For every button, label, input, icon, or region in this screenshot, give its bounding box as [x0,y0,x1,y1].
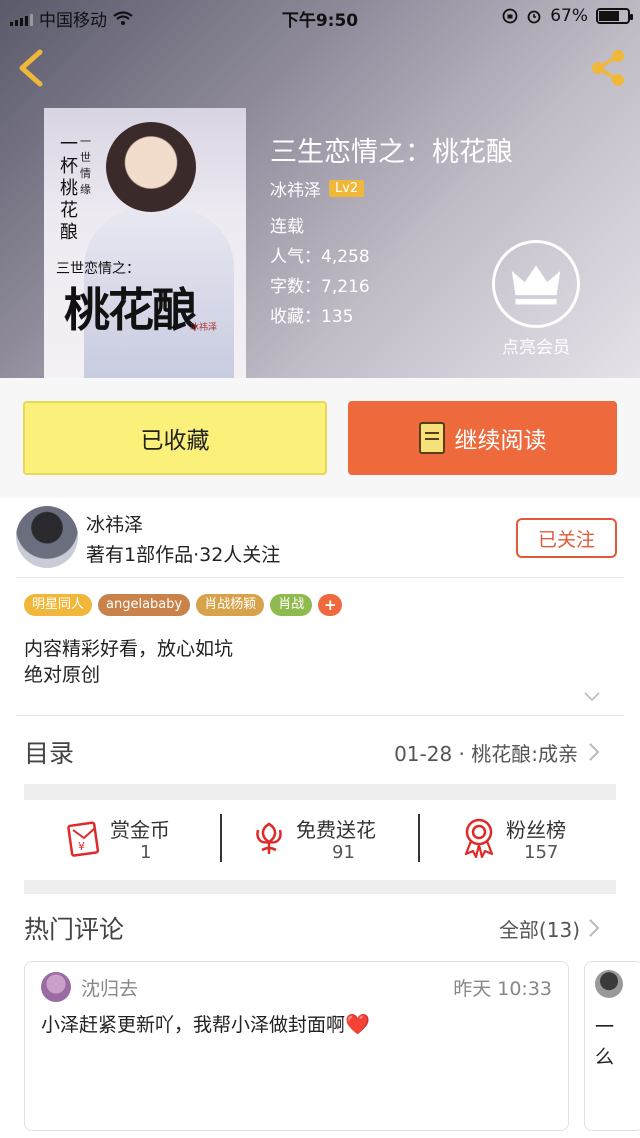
add-tag-button[interactable]: + [318,594,343,616]
stat-value: 1 [140,842,152,863]
commenter-avatar[interactable] [41,972,71,1002]
vip-label[interactable]: 点亮会员 [488,333,584,358]
stat-label: 粉丝榜 [506,818,566,842]
alarm-icon [527,10,541,24]
expand-chevron-icon[interactable] [584,692,600,702]
comment-card[interactable]: 沈归去 昨天 10:33 小泽赶紧更新吖，我帮小泽做封面啊❤️ [24,961,569,1131]
cover-vertical-text: 一杯桃花酿 [60,134,78,243]
comment-text: 一么 [595,1016,615,1068]
free-flowers-stat[interactable]: 免费送花 91 [250,810,410,866]
popularity-row: 人气：4,258 [270,242,370,267]
crown-icon[interactable] [492,240,580,328]
hot-comments-header: 热门评论 全部(13) [0,896,640,956]
book-icon [418,422,445,454]
continue-reading-button[interactable]: 继续阅读 [348,401,617,475]
tag-item[interactable]: 肖战杨颖 [196,594,265,616]
favorites-row: 收藏：135 [270,302,353,327]
share-icon[interactable] [586,46,630,90]
latest-chapter[interactable]: 01-28 · 桃花酿:成亲 [394,738,578,767]
fan-ranking-stat[interactable]: 粉丝榜 157 [460,810,600,866]
table-of-contents-row[interactable]: 目录 01-28 · 桃花酿:成亲 [0,716,640,784]
section-separator [24,784,616,800]
comment-body: 小泽赶紧更新吖，我帮小泽做封面啊 [41,1014,346,1036]
all-comments-link[interactable]: 全部(13) [499,914,580,943]
tag-item[interactable]: 明星同人 [24,594,93,616]
stat-value: 157 [524,842,559,863]
word-count-value: 7,216 [321,277,370,297]
back-icon[interactable] [12,46,52,90]
author-works: 著有1部作品·32人关注 [86,544,281,566]
chevron-right-icon[interactable] [588,918,600,938]
svg-text:¥: ¥ [78,840,85,853]
stat-value: 91 [332,842,355,863]
author-name[interactable]: 冰祎泽 [86,510,143,537]
stat-label: 赏金币 [110,818,170,842]
commenter-name[interactable]: 沈归去 [81,974,138,1001]
tag-list: 明星同人 angelababy 肖战杨颖 肖战 + [24,594,343,616]
author-row[interactable]: 冰祎泽 著有1部作品·32人关注 已关注 [0,498,640,578]
comment-card[interactable]: 一么 [584,961,640,1131]
medal-icon [464,818,494,859]
toc-label: 目录 [24,739,75,768]
heart-emoji: ❤️ [345,1012,370,1036]
flower-icon [256,822,282,854]
book-header: 中国移动 下午9:50 67% 一杯桃花酿 一世情缘 三世恋情之： 桃花酿 冰祎… [0,0,640,378]
tag-item[interactable]: angelababy [98,594,191,616]
hot-comments-label: 热门评论 [24,915,125,944]
cover-big-title: 桃花酿 [64,283,198,337]
comment-time: 昨天 10:33 [453,978,552,1000]
cover-vertical-text-2: 一世情缘 [80,135,91,196]
commenter-avatar[interactable] [595,970,623,998]
favorites-value: 135 [321,307,354,327]
favorites-label: 收藏： [270,307,321,327]
favorited-button[interactable]: 已收藏 [23,401,327,475]
book-status: 连载 [270,217,304,237]
stat-label: 免费送花 [296,818,376,842]
section-separator [24,880,616,894]
author-avatar[interactable] [16,506,78,568]
level-badge: Lv2 [329,180,365,197]
word-count-row: 字数：7,216 [270,272,370,297]
description-line: 内容精彩好看，放心如坑 [24,638,234,660]
popularity-label: 人气： [270,247,321,267]
divider [16,577,624,578]
description-line: 绝对原创 [24,664,101,686]
reward-coins-stat[interactable]: ¥ 赏金币 1 [60,810,200,866]
chevron-right-icon [589,743,600,761]
battery-percent: 67% [550,6,588,26]
word-count-label: 字数： [270,277,321,297]
stats-row: ¥ 赏金币 1 免费送花 91 粉丝榜 157 [0,800,640,876]
continue-reading-label: 继续阅读 [454,428,547,454]
stat-divider [418,814,420,862]
stat-divider [220,814,222,862]
book-cover: 一杯桃花酿 一世情缘 三世恋情之： 桃花酿 冰祎泽 [44,108,246,378]
book-description: 内容精彩好看，放心如坑 绝对原创 [24,636,233,688]
comment-text: 小泽赶紧更新吖，我帮小泽做封面啊❤️ [41,1010,370,1037]
follow-button[interactable]: 已关注 [516,518,617,558]
book-author[interactable]: 冰祎泽 [270,176,321,201]
cover-author-tag: 冰祎泽 [190,323,218,333]
status-bar: 中国移动 下午9:50 67% [0,0,640,34]
tag-item[interactable]: 肖战 [270,594,313,616]
book-title: 三生恋情之：桃花酿 [270,137,513,168]
battery-icon [596,8,633,24]
popularity-value: 4,258 [321,247,370,267]
rotation-lock-icon [502,8,518,24]
red-envelope-icon: ¥ [67,821,100,857]
